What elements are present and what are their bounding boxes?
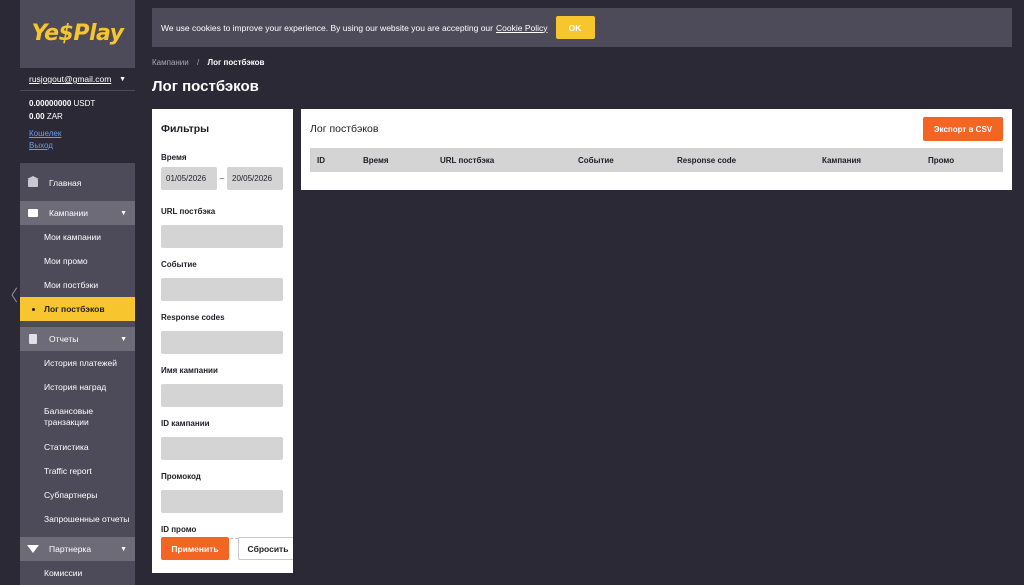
filters-title: Фильтры bbox=[161, 123, 210, 135]
nav-section-campaigns-label: Кампании bbox=[49, 208, 89, 218]
breadcrumb-parent[interactable]: Кампании bbox=[152, 58, 189, 67]
nav-balance-transactions[interactable]: Балансовые транзакции bbox=[20, 399, 135, 435]
nav-home[interactable]: Главная bbox=[20, 171, 135, 195]
event-input[interactable] bbox=[161, 278, 283, 301]
nav-postback-log-label: Лог постбэков bbox=[44, 304, 105, 314]
filters-panel: Фильтры Время 01/05/2026 – 20/05/2026 UR… bbox=[152, 109, 293, 573]
nav-statistics[interactable]: Статистика bbox=[20, 435, 135, 459]
logo[interactable]: Ye$Play bbox=[20, 0, 135, 66]
nav-payment-history[interactable]: История платежей bbox=[20, 351, 135, 375]
sidebar: Ye$Play rusjogout@gmail.com ▼ 0.00000000… bbox=[20, 0, 135, 585]
nav-my-campaigns[interactable]: Мои кампании bbox=[20, 225, 135, 249]
col-postback-url[interactable]: URL постбэка bbox=[440, 156, 494, 165]
time-label: Время bbox=[161, 153, 187, 162]
nav-section-campaigns[interactable]: Кампании ▼ bbox=[20, 201, 135, 225]
logo-text-prefix: Y bbox=[31, 20, 45, 46]
main-nav: Главная Кампании ▼ Мои кампании Мои пром… bbox=[20, 171, 135, 585]
logo-text-main: e$Play bbox=[44, 20, 124, 46]
cookie-banner: We use cookies to improve your experienc… bbox=[152, 8, 1012, 47]
bullet-icon bbox=[32, 307, 35, 311]
col-event[interactable]: Событие bbox=[578, 156, 614, 165]
clipboard-icon bbox=[26, 334, 40, 344]
nav-section-partnership-label: Партнерка bbox=[49, 544, 92, 554]
chevron-down-icon[interactable]: ▼ bbox=[120, 210, 127, 217]
nav-my-postbacks[interactable]: Мои постбэки bbox=[20, 273, 135, 297]
promocode-input[interactable] bbox=[161, 490, 283, 513]
postback-url-label: URL постбэка bbox=[161, 207, 216, 216]
promocode-label: Промокод bbox=[161, 472, 201, 481]
breadcrumb-current: Лог постбэков bbox=[207, 58, 265, 67]
apply-button[interactable]: Применить bbox=[161, 537, 229, 560]
nav-reward-history[interactable]: История наград bbox=[20, 375, 135, 399]
col-id[interactable]: ID bbox=[317, 156, 325, 165]
nav-commissions[interactable]: Комиссии bbox=[20, 561, 135, 585]
home-icon bbox=[26, 178, 40, 188]
postback-url-input[interactable] bbox=[161, 225, 283, 248]
nav-subpartners[interactable]: Субпартнеры bbox=[20, 483, 135, 507]
logout-link[interactable]: Выход bbox=[29, 140, 126, 152]
response-codes-input[interactable] bbox=[161, 331, 283, 354]
nav-traffic-report[interactable]: Traffic report bbox=[20, 459, 135, 483]
nav-section-partnership[interactable]: Партнерка ▼ bbox=[20, 537, 135, 561]
chevron-down-icon[interactable]: ▼ bbox=[119, 76, 126, 83]
balance-usdt-value: 0.00000000 bbox=[29, 99, 72, 108]
collapse-sidebar-icon[interactable]: 〈 bbox=[2, 282, 18, 306]
event-label: Событие bbox=[161, 260, 197, 269]
col-promo[interactable]: Промо bbox=[928, 156, 954, 165]
page-title: Лог постбэков bbox=[152, 78, 259, 95]
date-to-input[interactable]: 20/05/2026 bbox=[227, 167, 283, 190]
date-range: 01/05/2026 – 20/05/2026 bbox=[161, 167, 284, 190]
cookie-text: We use cookies to improve your experienc… bbox=[161, 22, 493, 33]
date-separator: – bbox=[219, 174, 225, 183]
nav-my-promo[interactable]: Мои промо bbox=[20, 249, 135, 273]
campaign-id-input[interactable] bbox=[161, 437, 283, 460]
balance-zar-currency: ZAR bbox=[46, 112, 63, 121]
nav-section-reports[interactable]: Отчеты ▼ bbox=[20, 327, 135, 351]
campaign-name-label: Имя кампании bbox=[161, 366, 218, 375]
breadcrumb: Кампании / Лог постбэков bbox=[152, 58, 264, 67]
balance-zar-value: 0.00 bbox=[29, 112, 45, 121]
account-email[interactable]: rusjogout@gmail.com bbox=[29, 74, 111, 84]
wallet-link[interactable]: Кошелек bbox=[29, 128, 126, 140]
campaigns-icon bbox=[26, 208, 40, 218]
campaign-id-label: ID кампании bbox=[161, 419, 210, 428]
chevron-down-icon[interactable]: ▼ bbox=[120, 336, 127, 343]
col-response-code[interactable]: Response code bbox=[677, 156, 736, 165]
response-codes-label: Response codes bbox=[161, 313, 225, 322]
postback-log-panel: Лог постбэков Экспорт в CSV ID Время URL… bbox=[301, 109, 1012, 190]
log-title: Лог постбэков bbox=[310, 123, 379, 135]
campaign-name-input[interactable] bbox=[161, 384, 283, 407]
balance-usdt-currency: USDT bbox=[73, 99, 96, 108]
cookie-ok-button[interactable]: OK bbox=[555, 16, 595, 39]
account-panel: rusjogout@gmail.com ▼ 0.00000000 USDT 0.… bbox=[20, 68, 135, 163]
nav-requested-reports[interactable]: Запрошенные отчеты bbox=[20, 507, 135, 531]
table-header: ID Время URL постбэка Событие Response c… bbox=[310, 148, 1003, 172]
account-dropdown[interactable]: rusjogout@gmail.com ▼ bbox=[20, 74, 135, 91]
nav-section-reports-label: Отчеты bbox=[49, 334, 79, 344]
date-from-input[interactable]: 01/05/2026 bbox=[161, 167, 217, 190]
chevron-down-icon[interactable]: ▼ bbox=[120, 546, 127, 553]
partnership-icon bbox=[26, 544, 40, 554]
col-time[interactable]: Время bbox=[363, 156, 389, 165]
filter-actions: Применить Сбросить bbox=[161, 537, 293, 560]
cookie-policy-link[interactable]: Cookie Policy bbox=[496, 23, 548, 33]
nav-postback-log[interactable]: Лог постбэков bbox=[20, 297, 135, 321]
nav-home-label: Главная bbox=[49, 178, 82, 188]
balance-usdt: 0.00000000 USDT bbox=[29, 97, 126, 110]
promo-id-label: ID промо bbox=[161, 525, 197, 534]
reset-button[interactable]: Сбросить bbox=[238, 537, 293, 560]
breadcrumb-separator: / bbox=[196, 58, 200, 67]
export-csv-button[interactable]: Экспорт в CSV bbox=[923, 117, 1003, 141]
balance-zar: 0.00 ZAR bbox=[29, 110, 126, 123]
col-campaign[interactable]: Кампания bbox=[822, 156, 861, 165]
